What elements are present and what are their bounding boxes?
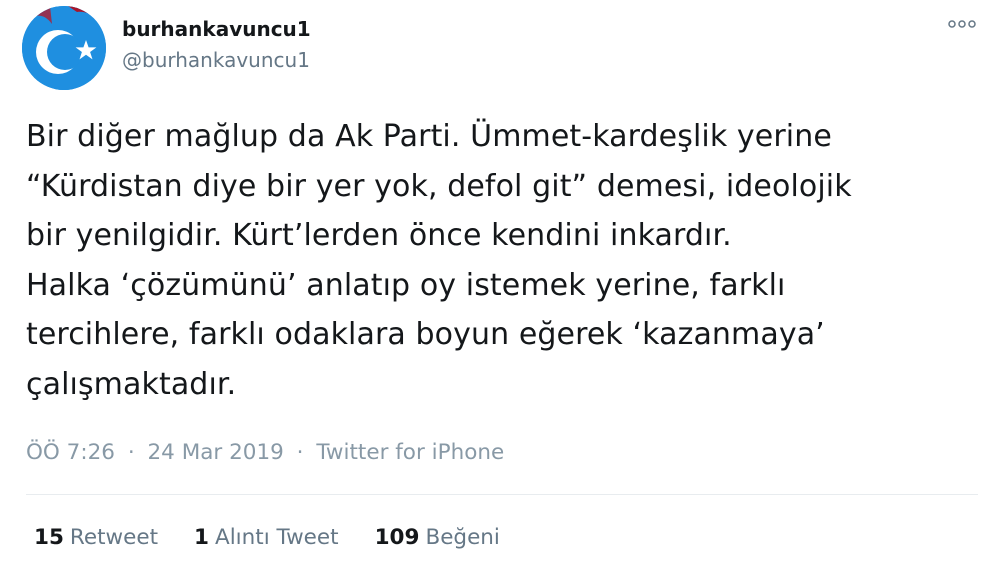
tweet-source[interactable]: Twitter for iPhone	[316, 440, 504, 465]
tweet-stats: 15 Retweet 1 Alıntı Tweet 109 Beğeni	[34, 525, 536, 550]
tweet-text-line: “Kürdistan diye bir yer yok, defol git” …	[26, 168, 852, 204]
quotes-label: Alıntı Tweet	[215, 525, 339, 550]
tweet-text-line: Halka ‘çözümünü’ anlatıp oy istemek yeri…	[26, 267, 786, 303]
display-name[interactable]: burhankavuncu1	[122, 17, 311, 41]
retweets-count: 15	[34, 525, 64, 550]
meta-separator: ·	[127, 440, 135, 465]
tweet-meta: ÖÖ 7:26 · 24 Mar 2019 · Twitter for iPho…	[26, 440, 504, 465]
crescent-star-flag-icon	[22, 6, 106, 90]
quote-tweets-stat[interactable]: 1 Alıntı Tweet	[194, 525, 339, 550]
more-options-icon[interactable]	[944, 12, 980, 36]
divider	[26, 494, 978, 495]
tweet-text-line: çalışmaktadır.	[26, 366, 237, 402]
quotes-count: 1	[194, 525, 209, 550]
retweets-stat[interactable]: 15 Retweet	[34, 525, 158, 550]
tweet-text: Bir diğer mağlup da Ak Parti. Ümmet-kard…	[26, 112, 981, 409]
avatar[interactable]	[22, 6, 106, 90]
likes-count: 109	[374, 525, 420, 550]
tweet-date[interactable]: 24 Mar 2019	[148, 440, 284, 465]
tweet-text-line: tercihlere, farklı odaklara boyun eğerek…	[26, 317, 825, 352]
meta-separator: ·	[296, 440, 304, 465]
tweet-text-line: bir yenilgidir. Kürt’lerden önce kendini…	[26, 218, 732, 253]
likes-stat[interactable]: 109 Beğeni	[375, 525, 500, 550]
retweets-label: Retweet	[69, 525, 159, 550]
likes-label: Beğeni	[425, 525, 500, 550]
tweet-text-line: Bir diğer mağlup da Ak Parti. Ümmet-kard…	[26, 119, 832, 154]
user-handle[interactable]: @burhankavuncu1	[122, 48, 310, 72]
tweet-time[interactable]: ÖÖ 7:26	[26, 440, 115, 465]
